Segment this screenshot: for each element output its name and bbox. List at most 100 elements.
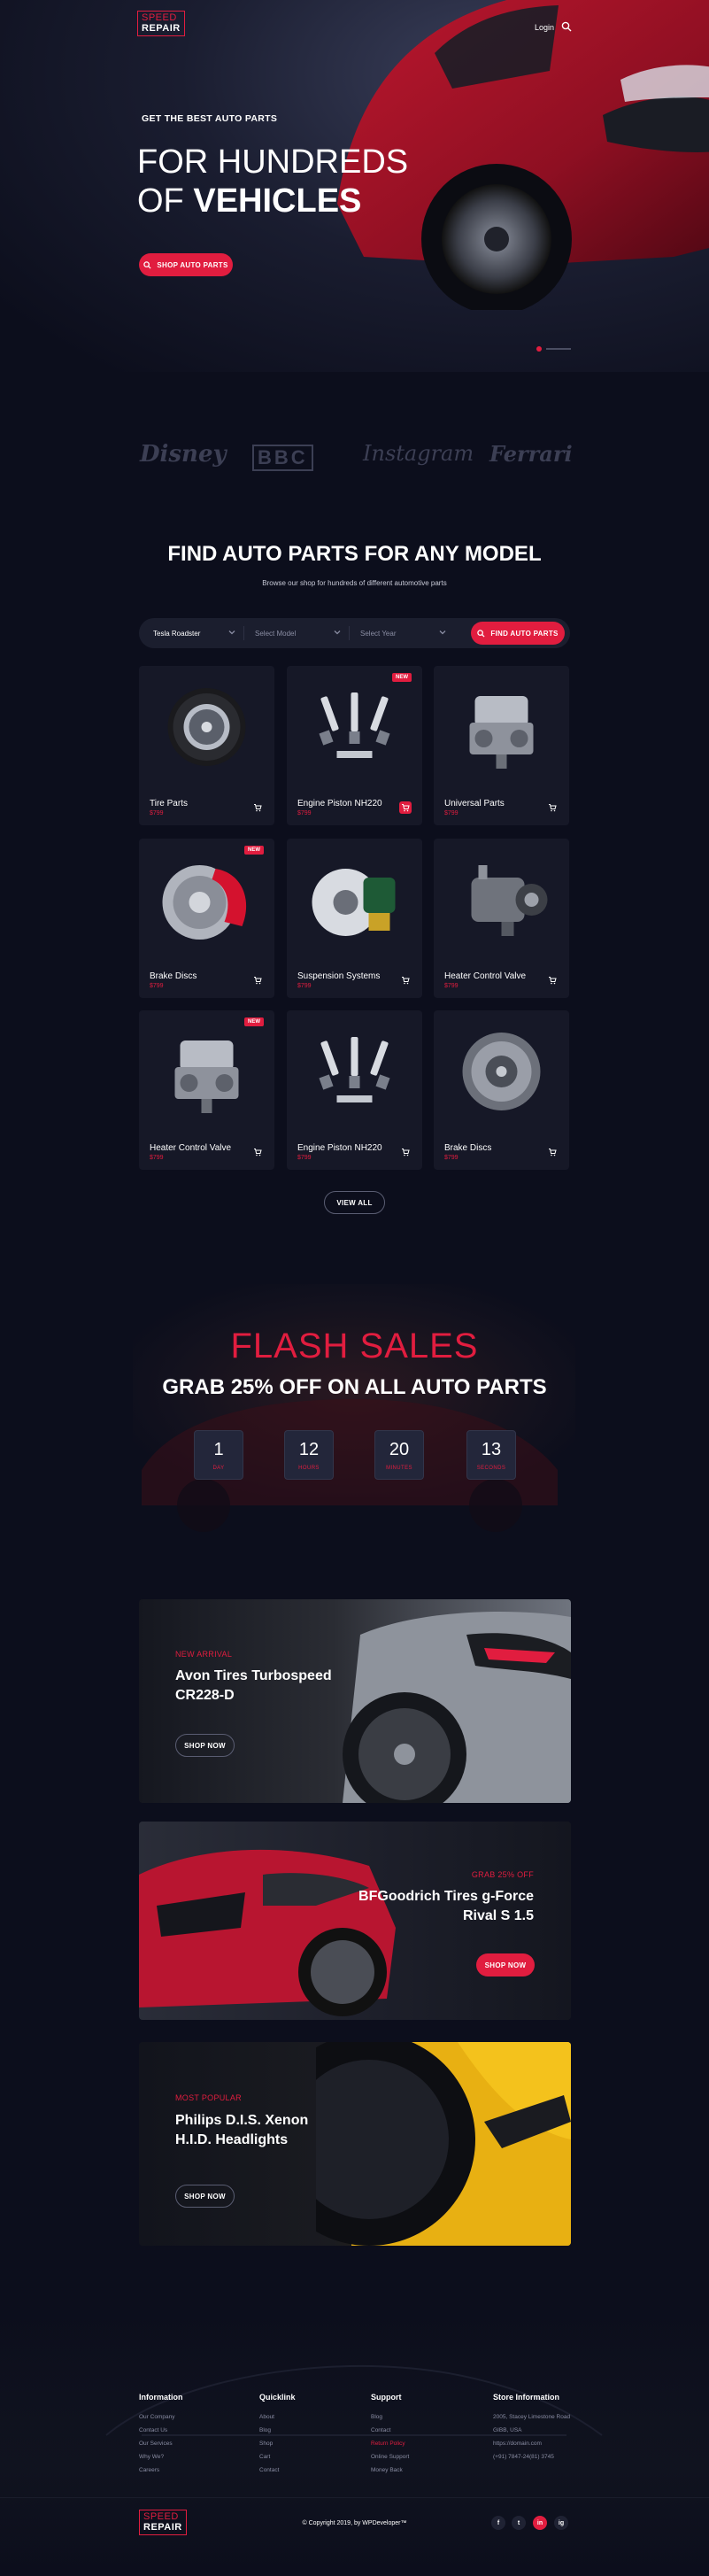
- product-price: $799: [150, 983, 164, 989]
- view-all-label: VIEW ALL: [336, 1198, 373, 1207]
- logo-line-1: SPEED: [142, 12, 177, 23]
- cart-icon[interactable]: [546, 801, 559, 814]
- product-name[interactable]: Tire Parts: [150, 799, 188, 808]
- suspension-icon[interactable]: [301, 851, 408, 948]
- product-name[interactable]: Engine Piston NH220: [297, 799, 382, 808]
- engine-part-icon[interactable]: [153, 1023, 260, 1120]
- copyright-text: © Copyright 2019, by WPDeveloper™: [302, 2520, 407, 2526]
- clutch-icon[interactable]: [448, 1023, 555, 1120]
- make-select-value: Tesla Roadster: [153, 629, 201, 638]
- cart-icon[interactable]: [251, 801, 264, 814]
- hero-title-line-2: OF VEHICLES: [137, 182, 408, 221]
- product-name[interactable]: Heater Control Valve: [444, 971, 526, 981]
- shop-now-button[interactable]: SHOP NOW: [175, 2185, 235, 2208]
- spark-plugs-icon[interactable]: [301, 678, 408, 776]
- product-price: $799: [297, 810, 312, 816]
- product-name[interactable]: Brake Discs: [150, 971, 197, 981]
- footer-link[interactable]: Our Services: [139, 2441, 173, 2447]
- cart-icon[interactable]: [251, 1146, 264, 1158]
- product-price: $799: [150, 1155, 164, 1161]
- footer-link[interactable]: Why We?: [139, 2454, 164, 2460]
- view-all-button[interactable]: VIEW ALL: [324, 1191, 385, 1214]
- banner-title: Philips D.I.S. Xenon H.I.D. Headlights: [175, 2111, 308, 2149]
- footer-link[interactable]: Careers: [139, 2467, 159, 2473]
- site-logo[interactable]: SPEED REPAIR: [137, 11, 185, 37]
- footer-link[interactable]: Shop: [259, 2441, 273, 2447]
- product-price: $799: [150, 810, 164, 816]
- product-card[interactable]: NEW Engine Piston NH220 $799: [287, 666, 422, 825]
- product-card[interactable]: NEW Brake Discs $799: [139, 839, 274, 998]
- countdown-unit: HOURS: [298, 1466, 320, 1471]
- footer-link[interactable]: Our Company: [139, 2414, 174, 2420]
- footer-link[interactable]: Contact Us: [139, 2427, 167, 2433]
- product-card[interactable]: Heater Control Valve $799: [434, 839, 569, 998]
- spark-plugs-icon[interactable]: [301, 1023, 408, 1120]
- product-name[interactable]: Engine Piston NH220: [297, 1143, 382, 1153]
- shop-auto-parts-button[interactable]: SHOP AUTO PARTS: [139, 253, 233, 276]
- countdown-unit: MINUTES: [386, 1466, 412, 1471]
- product-name[interactable]: Suspension Systems: [297, 971, 380, 981]
- footer-link[interactable]: Cart: [259, 2454, 270, 2460]
- instagram-icon[interactable]: ig: [554, 2516, 568, 2530]
- search-icon[interactable]: [561, 21, 572, 32]
- product-card[interactable]: Universal Parts $799: [434, 666, 569, 825]
- footer-link[interactable]: Online Support: [371, 2454, 409, 2460]
- product-price: $799: [444, 1155, 459, 1161]
- engine-part-icon[interactable]: [448, 678, 555, 776]
- cart-icon[interactable]: [546, 1146, 559, 1158]
- hero-eyebrow: GET THE BEST AUTO PARTS: [142, 113, 278, 124]
- footer-link[interactable]: About: [259, 2414, 274, 2420]
- product-card[interactable]: Suspension Systems $799: [287, 839, 422, 998]
- product-card[interactable]: Engine Piston NH220 $799: [287, 1010, 422, 1170]
- shop-now-button[interactable]: SHOP NOW: [476, 1953, 535, 1976]
- twitter-icon[interactable]: t: [512, 2516, 526, 2530]
- compressor-icon[interactable]: [448, 851, 555, 948]
- product-card[interactable]: Tire Parts $799: [139, 666, 274, 825]
- linkedin-icon[interactable]: in: [533, 2516, 547, 2530]
- cart-icon[interactable]: [399, 974, 412, 986]
- chevron-down-icon: [439, 630, 446, 635]
- brand-logo-ferrari: Ferrari: [489, 441, 573, 467]
- banner-tag: NEW ARRIVAL: [175, 1650, 233, 1659]
- shop-now-label: SHOP NOW: [184, 1741, 226, 1750]
- product-name[interactable]: Universal Parts: [444, 799, 505, 808]
- banner-title-line-1: Avon Tires Turbospeed: [175, 1668, 332, 1683]
- year-select[interactable]: Select Year: [350, 618, 454, 648]
- footer-link[interactable]: Money Back: [371, 2467, 403, 2473]
- promo-banner-avon: NEW ARRIVAL Avon Tires Turbospeed CR228-…: [139, 1599, 571, 1803]
- cart-icon[interactable]: [546, 974, 559, 986]
- search-icon: [143, 260, 151, 269]
- shop-now-label: SHOP NOW: [184, 2192, 226, 2201]
- banner-title-line-2: CR228-D: [175, 1687, 235, 1703]
- countdown-value: 12: [298, 1440, 320, 1459]
- product-card[interactable]: NEW Heater Control Valve $799: [139, 1010, 274, 1170]
- footer-link[interactable]: Return Policy: [371, 2441, 405, 2447]
- brand-logo-instagram: Instagram: [363, 441, 474, 466]
- new-badge: NEW: [244, 1017, 264, 1026]
- brake-disc-icon[interactable]: [153, 851, 260, 948]
- footer-link[interactable]: Blog: [259, 2427, 271, 2433]
- banner-title: Avon Tires Turbospeed CR228-D: [175, 1667, 332, 1705]
- cart-icon[interactable]: [251, 974, 264, 986]
- footer-link[interactable]: Contact: [259, 2467, 279, 2473]
- facebook-icon[interactable]: f: [491, 2516, 505, 2530]
- countdown-seconds: 13 SECONDS: [466, 1430, 516, 1480]
- finder-subtitle: Browse our shop for hundreds of differen…: [262, 579, 447, 587]
- slider-dot-active[interactable]: [536, 346, 542, 352]
- login-link[interactable]: Login: [535, 23, 554, 32]
- shop-auto-parts-label: SHOP AUTO PARTS: [157, 260, 228, 269]
- tire-icon[interactable]: [153, 678, 260, 776]
- footer-link[interactable]: Contact: [371, 2427, 390, 2433]
- footer-car-silhouette: [105, 2364, 603, 2436]
- footer-link[interactable]: Blog: [371, 2414, 382, 2420]
- product-card[interactable]: Brake Discs $799: [434, 1010, 569, 1170]
- find-auto-parts-button[interactable]: FIND AUTO PARTS: [471, 622, 565, 645]
- cart-icon[interactable]: [399, 801, 412, 814]
- product-name[interactable]: Brake Discs: [444, 1143, 491, 1153]
- cart-icon[interactable]: [399, 1146, 412, 1158]
- make-select[interactable]: Tesla Roadster: [139, 618, 243, 648]
- shop-now-button[interactable]: SHOP NOW: [175, 1734, 235, 1757]
- product-name[interactable]: Heater Control Valve: [150, 1143, 231, 1153]
- slider-progress[interactable]: [546, 348, 571, 350]
- model-select[interactable]: Select Model: [244, 618, 349, 648]
